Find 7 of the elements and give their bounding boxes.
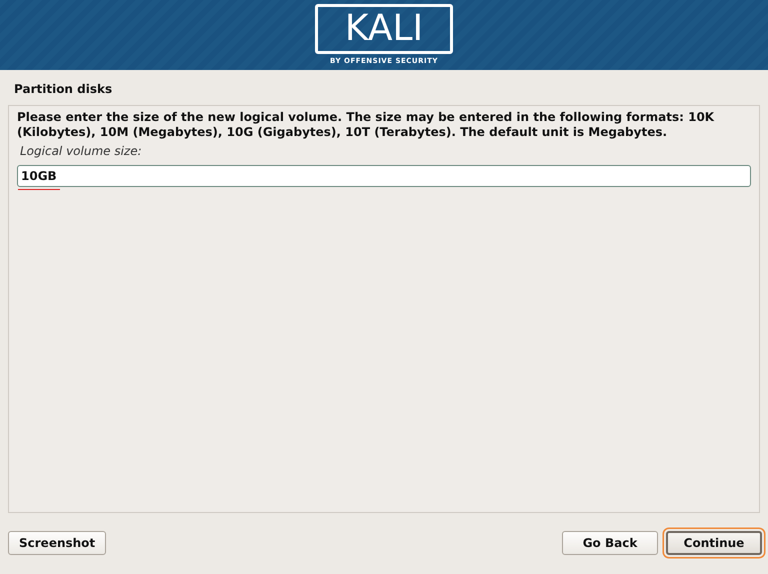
- field-label: Logical volume size:: [20, 144, 143, 158]
- page-title: Partition disks: [13, 81, 114, 98]
- screenshot-button[interactable]: Screenshot: [8, 531, 106, 555]
- logo-text: KALI: [344, 8, 424, 49]
- description-text: Please enter the size of the new logical volume. The size may be entered in the following formats: 10K (Kilobytes), 10M (Megabytes), 10G (Gigabytes), 10T (Terabytes). The default unit is Megabytes.: [17, 110, 716, 140]
- back-button[interactable]: Go Back: [562, 531, 658, 555]
- input-field[interactable]: 10GB: [17, 165, 751, 187]
